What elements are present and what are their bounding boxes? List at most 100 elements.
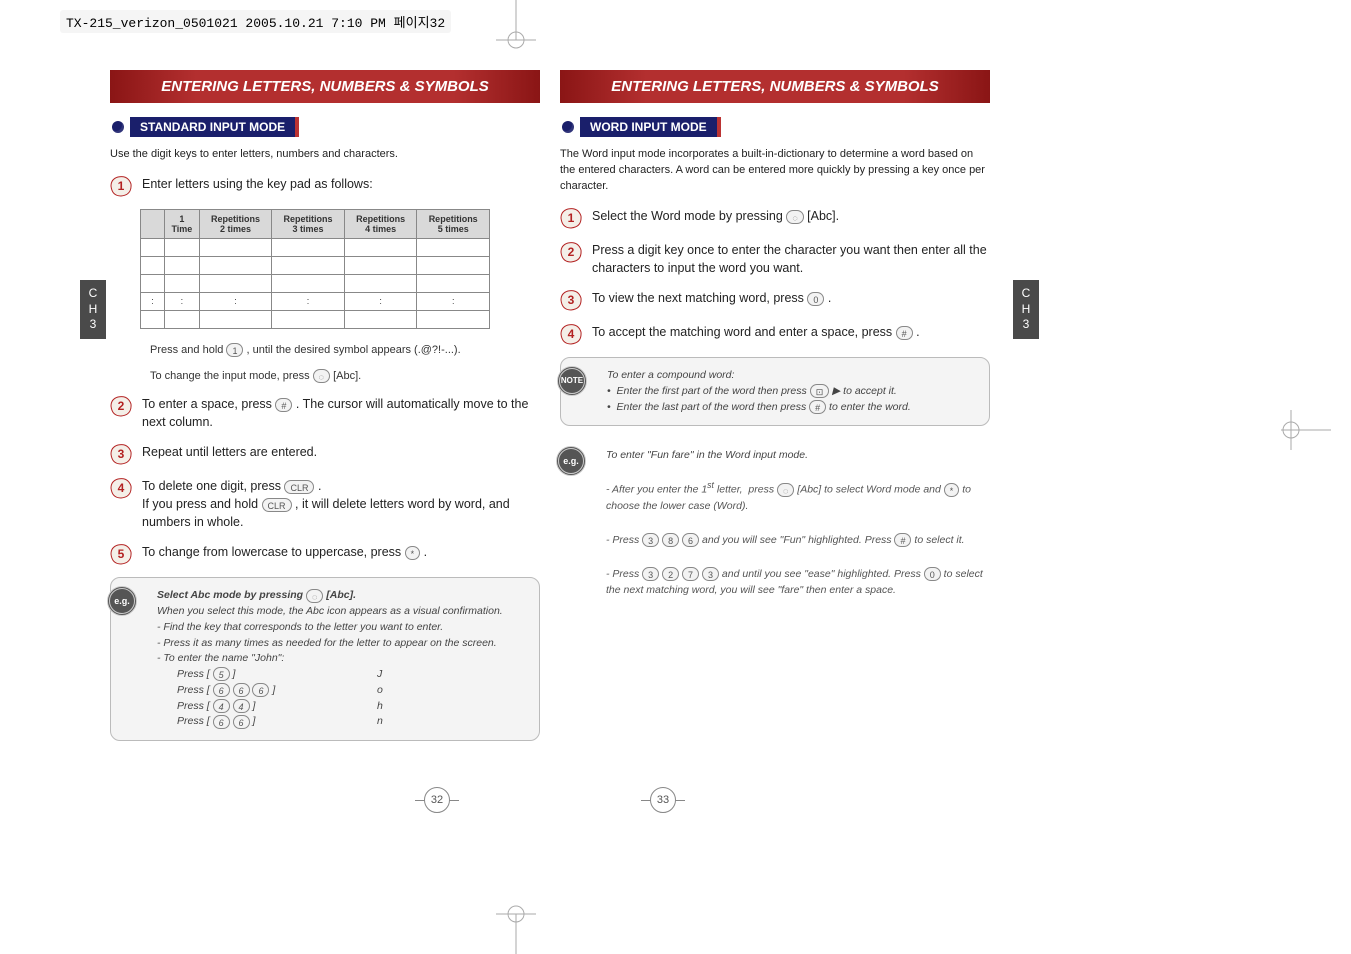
table-row	[141, 310, 490, 328]
key-icon: 8	[662, 533, 679, 547]
eg-badge-icon: e.g.	[556, 446, 586, 476]
step-text: Repeat until letters are entered.	[142, 443, 540, 461]
eg-line: - Press 3 2 7 3 and until you see "ease"…	[606, 566, 990, 600]
soft-key-icon: ◌	[306, 589, 323, 603]
chapter-tab-label: CH	[84, 286, 102, 317]
table-header: Repetitions4 times	[344, 209, 417, 238]
eg-row: Press [ 6 6 ]n	[177, 714, 527, 730]
step-1-note-b: To change the input mode, press ◌ [Abc].	[150, 369, 540, 385]
step-5: 5 To change from lowercase to uppercase,…	[110, 543, 540, 565]
intro-text: The Word input mode incorporates a built…	[560, 147, 990, 195]
eg-line: - After you enter the 1st letter, press …	[606, 478, 990, 515]
key-icon: 3	[642, 567, 659, 581]
intro-text: Use the digit keys to enter letters, num…	[110, 147, 540, 163]
eg-line: - Press it as many times as needed for t…	[157, 636, 527, 652]
table-header: Repetitions5 times	[417, 209, 490, 238]
table-header: 1Time	[165, 209, 200, 238]
key-icon: 2	[662, 567, 679, 581]
example-block: e.g. Select Abc mode by pressing ◌ [Abc]…	[110, 577, 540, 741]
hash-key-icon: #	[896, 326, 913, 340]
zero-key-icon: 0	[924, 567, 941, 581]
eg-line: - Press 3 8 6 and you will see "Fun" hig…	[606, 532, 990, 549]
step-1: 1 Select the Word mode by pressing ◌ [Ab…	[560, 207, 990, 229]
hash-key-icon: #	[275, 398, 292, 412]
key-icon: 6	[213, 683, 230, 697]
table-row	[141, 256, 490, 274]
key-icon: 4	[233, 699, 250, 713]
key-icon: 3	[702, 567, 719, 581]
page-32: ENTERING LETTERS, NUMBERS & SYMBOLS STAN…	[110, 70, 540, 753]
clr-key-icon: CLR	[284, 480, 314, 494]
key-icon: 1	[226, 343, 243, 357]
step-text: To delete one digit, press CLR .If you p…	[142, 477, 540, 531]
key-icon: 7	[682, 567, 699, 581]
eg-line: - Find the key that corresponds to the l…	[157, 620, 527, 636]
note-bullet: • Enter the first part of the word then …	[607, 384, 977, 400]
eg-title: To enter "Fun fare" in the Word input mo…	[606, 448, 978, 464]
zero-key-icon: 0	[807, 292, 824, 306]
nav-key-icon: ⊡	[810, 384, 830, 398]
note-block: NOTE To enter a compound word: • Enter t…	[560, 357, 990, 426]
eg-line: - To enter the name "John":	[157, 651, 527, 667]
table-row	[141, 238, 490, 256]
note-title: To enter a compound word:	[607, 368, 977, 384]
step-4: 4 To accept the matching word and enter …	[560, 323, 990, 345]
step-text: Press a digit key once to enter the char…	[592, 241, 990, 277]
key-icon: 4	[213, 699, 230, 713]
note-bullet: • Enter the last part of the word then p…	[607, 400, 977, 416]
step-2: 2 Press a digit key once to enter the ch…	[560, 241, 990, 277]
step-text: To view the next matching word, press 0 …	[592, 289, 990, 307]
key-icon: 3	[642, 533, 659, 547]
step-number-icon: 4	[110, 477, 132, 499]
page-number: 32	[424, 787, 450, 813]
eg-row: Press [ 5 ]J	[177, 667, 527, 683]
step-number-icon: 3	[560, 289, 582, 311]
eg-row: Press [ 6 6 6 ]o	[177, 683, 527, 699]
example-steps: - After you enter the 1st letter, press …	[606, 478, 990, 599]
step-3: 3 Repeat until letters are entered.	[110, 443, 540, 465]
table-header	[141, 209, 165, 238]
table-header: Repetitions3 times	[272, 209, 345, 238]
step-text: Enter letters using the key pad as follo…	[142, 175, 540, 193]
step-number-icon: 3	[110, 443, 132, 465]
key-icon: 5	[213, 667, 230, 681]
crop-mark-right	[1281, 410, 1341, 450]
step-text: To accept the matching word and enter a …	[592, 323, 990, 341]
star-key-icon: *	[944, 483, 960, 497]
table-row	[141, 274, 490, 292]
crop-mark-top	[496, 0, 536, 50]
page-title: ENTERING LETTERS, NUMBERS & SYMBOLS	[560, 70, 990, 103]
key-icon: 6	[213, 715, 230, 729]
chapter-tab-left: CH 3	[80, 280, 106, 339]
eg-title: Select Abc mode by pressing ◌ [Abc].	[157, 588, 527, 604]
step-number-icon: 4	[560, 323, 582, 345]
page-title: ENTERING LETTERS, NUMBERS & SYMBOLS	[110, 70, 540, 103]
table-header: Repetitions2 times	[199, 209, 272, 238]
step-1: 1 Enter letters using the key pad as fol…	[110, 175, 540, 197]
eg-badge-icon: e.g.	[107, 586, 137, 616]
section-header: WORD INPUT MODE	[580, 117, 717, 137]
step-text: Select the Word mode by pressing ◌ [Abc]…	[592, 207, 990, 225]
clr-key-icon: CLR	[262, 498, 292, 512]
step-1-note-a: Press and hold 1 , until the desired sym…	[150, 343, 540, 359]
crop-mark-bottom	[496, 904, 536, 954]
step-text: To change from lowercase to uppercase, p…	[142, 543, 540, 561]
soft-key-icon: ◌	[777, 483, 794, 497]
table-row: ::::::	[141, 292, 490, 310]
key-icon: 6	[233, 715, 250, 729]
hash-key-icon: #	[894, 533, 911, 547]
key-icon: 6	[233, 683, 250, 697]
step-number-icon: 2	[560, 241, 582, 263]
page-number: 33	[650, 787, 676, 813]
eg-line: When you select this mode, the Abc icon …	[157, 604, 527, 620]
chapter-tab-number: 3	[84, 317, 102, 333]
step-text: To enter a space, press # . The cursor w…	[142, 395, 540, 431]
section-header: STANDARD INPUT MODE	[130, 117, 295, 137]
star-key-icon: *	[405, 546, 421, 560]
step-number-icon: 2	[110, 395, 132, 417]
step-number-icon: 1	[560, 207, 582, 229]
step-3: 3 To view the next matching word, press …	[560, 289, 990, 311]
step-4: 4 To delete one digit, press CLR .If you…	[110, 477, 540, 531]
soft-key-icon: ◌	[786, 210, 803, 224]
note-badge-icon: NOTE	[557, 366, 587, 396]
